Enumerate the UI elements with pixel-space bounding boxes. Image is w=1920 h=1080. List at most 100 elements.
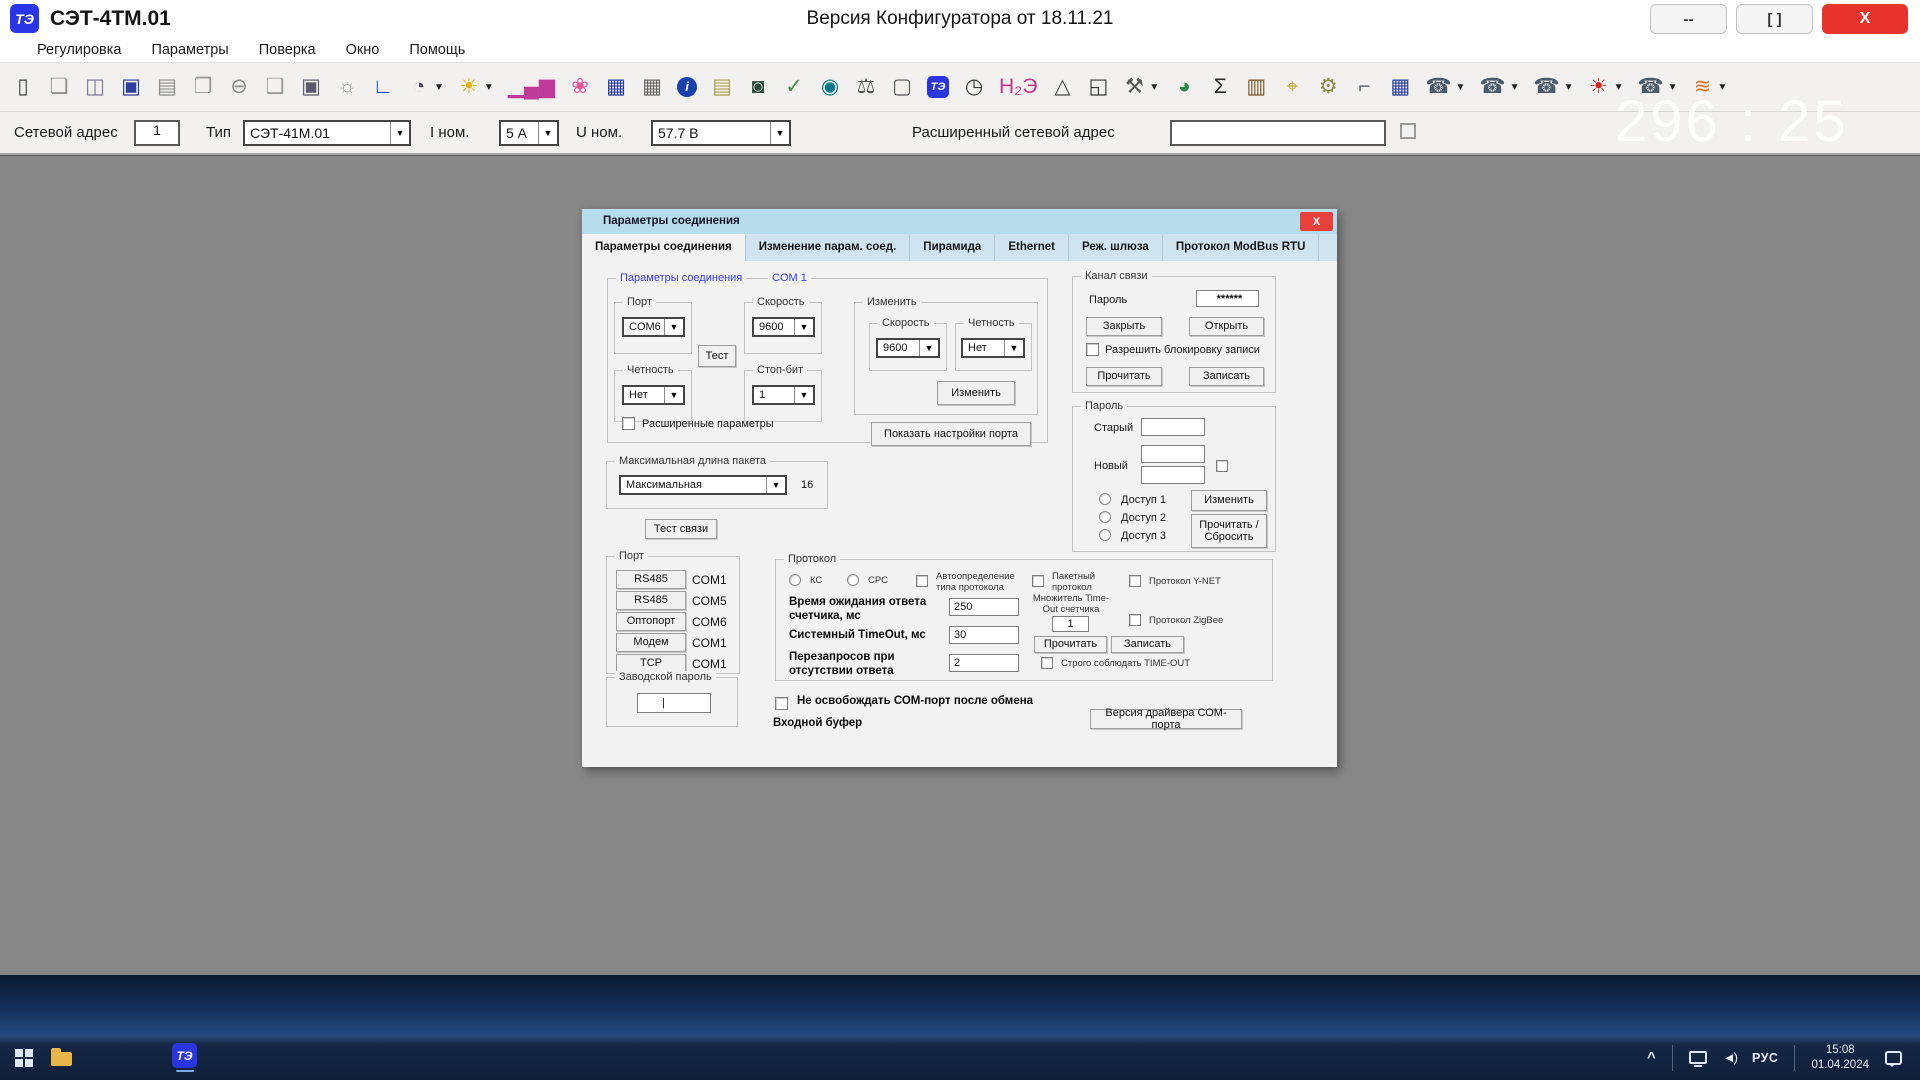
- info-icon[interactable]: i ▼: [677, 77, 697, 97]
- dropdown-arrow-icon[interactable]: ▼: [1718, 82, 1728, 93]
- port-type-button[interactable]: Модем: [616, 633, 686, 652]
- sum-icon[interactable]: Σ ▼: [1209, 75, 1231, 99]
- port-type-button[interactable]: RS485: [616, 591, 686, 610]
- chevron-down-icon[interactable]: ▼: [794, 319, 813, 335]
- unom-select[interactable]: 57.7 В▼: [651, 120, 791, 146]
- print-icon[interactable]: ▤ ▼: [156, 75, 178, 99]
- menu-item[interactable]: Помощь: [409, 42, 465, 58]
- config-logo-icon[interactable]: ТЭ ▼: [927, 76, 949, 98]
- chevron-down-icon[interactable]: ▼: [919, 340, 938, 356]
- close-button[interactable]: X: [1822, 4, 1908, 34]
- bar-chart-icon[interactable]: ▁▄▆ ▼: [508, 75, 555, 99]
- dialog-tab[interactable]: Изменение парам. соед.: [746, 234, 911, 261]
- device-icon[interactable]: ▣ ▼: [300, 75, 322, 99]
- packet-length-select[interactable]: Максимальная▼: [619, 475, 787, 495]
- location-icon[interactable]: ⌖ ▼: [1281, 75, 1303, 99]
- change-speed-select[interactable]: 9600▼: [876, 338, 940, 358]
- explorer-folder-icon[interactable]: [51, 1052, 72, 1066]
- channel-write-button[interactable]: Записать: [1189, 367, 1264, 386]
- dialog-tab[interactable]: Пирамида: [910, 234, 995, 261]
- inom-select[interactable]: 5 А▼: [499, 120, 559, 146]
- type-select[interactable]: СЭТ-41М.01▼: [243, 120, 411, 146]
- maximize-button[interactable]: [ ]: [1736, 4, 1813, 34]
- dialog-tab[interactable]: Протокол ModBus RTU: [1163, 234, 1320, 261]
- crc-radio[interactable]: [847, 574, 859, 586]
- broom-icon[interactable]: ✓ ▼: [783, 75, 805, 99]
- auto-protocol-checkbox[interactable]: [916, 575, 928, 587]
- menu-item[interactable]: Регулировка: [37, 42, 121, 58]
- menu-item[interactable]: Поверка: [259, 42, 316, 58]
- tray-monitor-icon[interactable]: [1689, 1051, 1707, 1064]
- access-3-radio[interactable]: [1099, 529, 1111, 541]
- dropdown-arrow-icon[interactable]: ▼: [1510, 82, 1520, 93]
- paste-icon[interactable]: ❑ ▼: [264, 75, 286, 99]
- phone-2-icon[interactable]: ☎ ▼: [1479, 75, 1519, 99]
- packet-protocol-checkbox[interactable]: [1032, 575, 1044, 587]
- dropdown-arrow-icon[interactable]: ▼: [1614, 82, 1624, 93]
- extended-address-checkbox[interactable]: [1400, 123, 1416, 139]
- wifi-icon[interactable]: ≋ ▼: [1692, 75, 1728, 99]
- dropdown-arrow-icon[interactable]: ▼: [1149, 82, 1159, 93]
- lamp-icon[interactable]: ☀ ▼: [458, 75, 494, 99]
- grid-icon[interactable]: ▦ ▼: [1389, 75, 1411, 99]
- tray-speaker-icon[interactable]: ◄): [1723, 1050, 1736, 1065]
- network-address-input[interactable]: 1: [134, 120, 180, 146]
- language-indicator[interactable]: РУС: [1752, 1051, 1778, 1065]
- chevron-down-icon[interactable]: ▼: [664, 387, 683, 403]
- port-select[interactable]: COM6▼: [622, 317, 685, 337]
- port-type-button[interactable]: RS485: [616, 570, 686, 589]
- dropdown-arrow-icon[interactable]: ▼: [484, 82, 494, 93]
- books-icon[interactable]: ▥ ▼: [1245, 75, 1267, 99]
- clear-screen-icon[interactable]: ◱ ▼: [1087, 75, 1109, 99]
- dropdown-arrow-icon[interactable]: ▼: [434, 82, 444, 93]
- tray-chevron-icon[interactable]: ^: [1647, 1049, 1656, 1066]
- chevron-down-icon[interactable]: ▼: [1004, 340, 1023, 356]
- phone-3-icon[interactable]: ☎ ▼: [1533, 75, 1573, 99]
- chevron-down-icon[interactable]: ▼: [664, 319, 683, 335]
- probe-icon[interactable]: ∟ ▼: [372, 75, 394, 99]
- faucet-icon[interactable]: ⌐ ▼: [1353, 75, 1375, 99]
- dropdown-arrow-icon[interactable]: ▼: [1564, 82, 1574, 93]
- bell-icon[interactable]: △ ▼: [1051, 75, 1073, 99]
- table-icon[interactable]: ▦ ▼: [641, 75, 663, 99]
- h2e-icon[interactable]: Н₂Э ▼: [999, 75, 1037, 99]
- old-password-input[interactable]: [1141, 418, 1205, 436]
- new-password-input-1[interactable]: [1141, 445, 1205, 463]
- access-2-radio[interactable]: [1099, 511, 1111, 523]
- channel-close-button[interactable]: Закрыть: [1086, 317, 1162, 336]
- copy-icon[interactable]: ❐ ▼: [192, 75, 214, 99]
- open-icon[interactable]: ❏ ▼: [48, 75, 70, 99]
- channel-open-button[interactable]: Открыть: [1189, 317, 1264, 336]
- notification-chat-icon[interactable]: [1885, 1051, 1902, 1065]
- password-change-button[interactable]: Изменить: [1191, 490, 1267, 511]
- link-test-button[interactable]: Тест связи: [645, 519, 717, 539]
- dropdown-arrow-icon[interactable]: ▼: [1668, 82, 1678, 93]
- protocol-write-button[interactable]: Записать: [1111, 636, 1184, 653]
- menu-item[interactable]: Параметры: [151, 42, 228, 58]
- test-button[interactable]: Тест: [698, 345, 736, 367]
- ynet-protocol-checkbox[interactable]: [1129, 575, 1141, 587]
- spark-icon[interactable]: ☼ ▼: [336, 75, 358, 99]
- change-button[interactable]: Изменить: [937, 381, 1015, 405]
- journal-icon[interactable]: ▤ ▼: [711, 75, 733, 99]
- parity-select[interactable]: Нет▼: [622, 385, 685, 405]
- extended-params-checkbox[interactable]: [622, 417, 635, 430]
- driver-version-button[interactable]: Версия драйвера СОМ-порта: [1090, 709, 1242, 729]
- password-read-reset-button[interactable]: Прочитать / Сбросить: [1191, 514, 1267, 548]
- keep-com-checkbox[interactable]: [775, 697, 788, 710]
- chevron-down-icon[interactable]: ▼: [770, 122, 789, 144]
- save-icon[interactable]: ◫ ▼: [84, 75, 106, 99]
- channel-read-button[interactable]: Прочитать: [1086, 367, 1162, 386]
- pie-chart-icon[interactable]: ◕ ▼: [1173, 75, 1195, 99]
- chevron-down-icon[interactable]: ▼: [766, 477, 785, 493]
- balloons-icon[interactable]: ❀ ▼: [569, 75, 591, 99]
- strict-timeout-checkbox[interactable]: [1041, 657, 1053, 669]
- dialog-tab[interactable]: Параметры соединения: [582, 234, 746, 261]
- scope-icon[interactable]: ◙ ▼: [747, 75, 769, 99]
- system-timeout-input[interactable]: 30: [949, 626, 1019, 644]
- gear-doc-icon[interactable]: ⚙ ▼: [1317, 75, 1339, 99]
- access-1-radio[interactable]: [1099, 493, 1111, 505]
- speed-select[interactable]: 9600▼: [752, 317, 815, 337]
- tools-icon[interactable]: ⚒ ▼: [1123, 75, 1159, 99]
- clock-icon[interactable]: ◔ ▼: [408, 75, 444, 99]
